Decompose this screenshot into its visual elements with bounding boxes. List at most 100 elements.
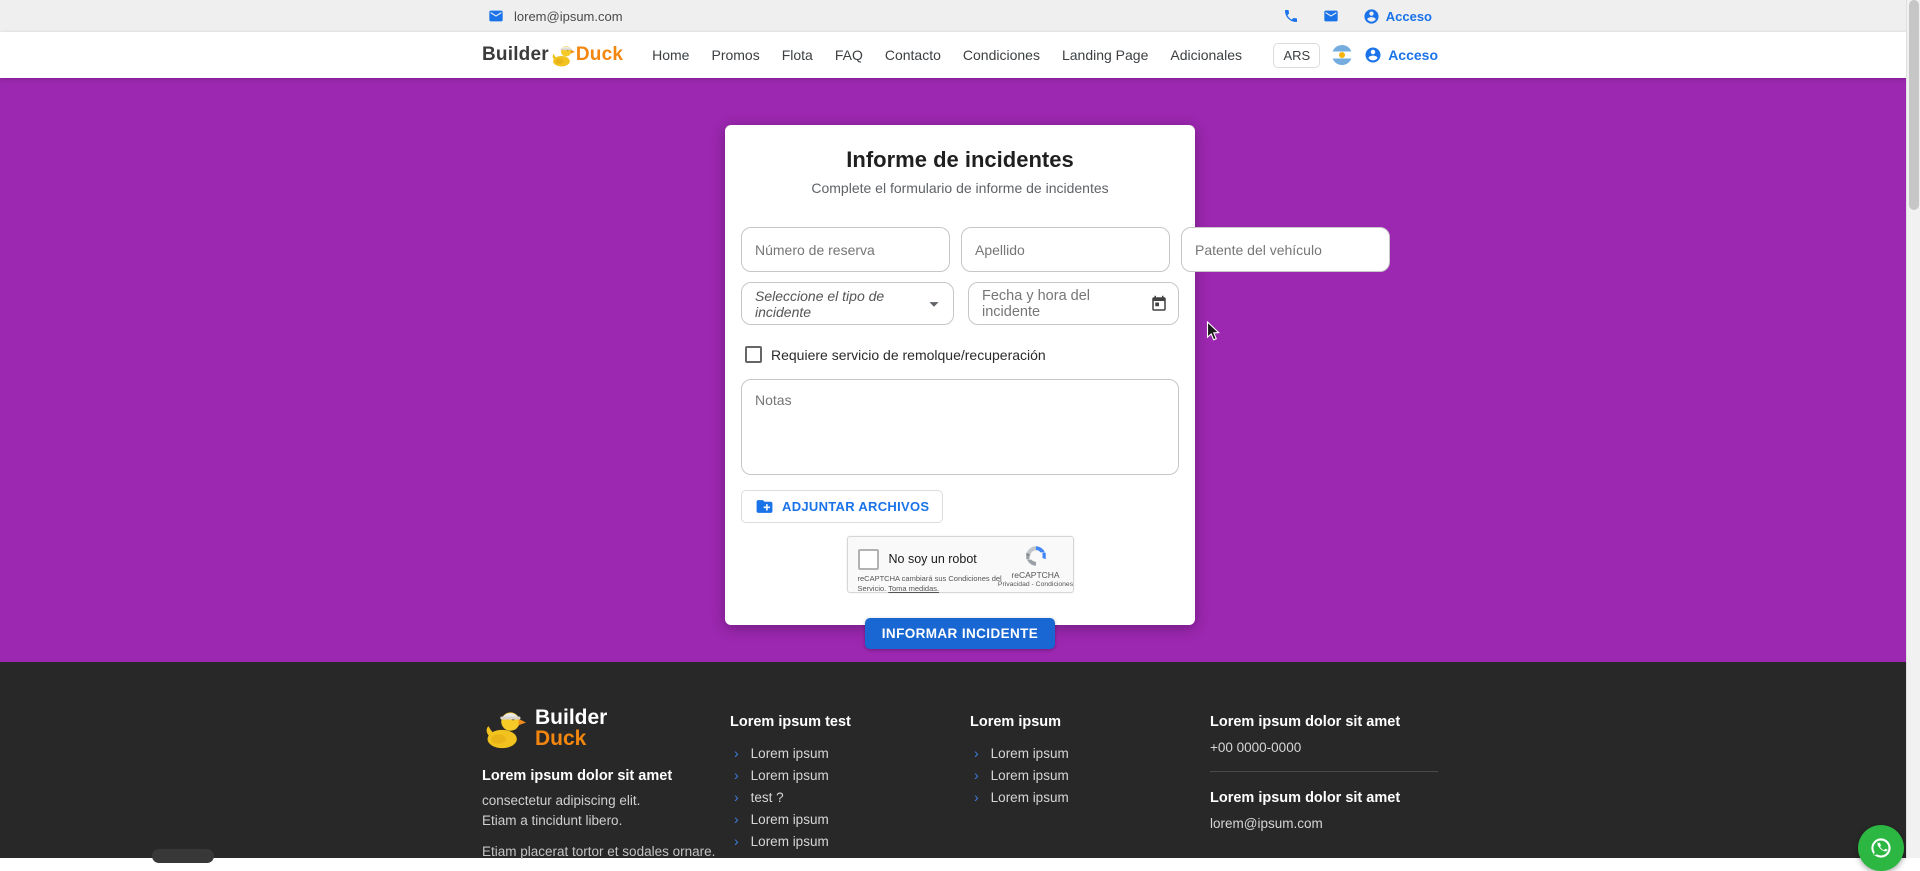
footer-link-label: Lorem ipsum	[751, 834, 829, 849]
incident-datetime-placeholder: Fecha y hora del incidente	[982, 288, 1150, 320]
nav-item-faq[interactable]: FAQ	[824, 39, 874, 71]
footer-column-heading: Lorem ipsum test	[730, 714, 970, 730]
scrollbar-thumb[interactable]	[1909, 0, 1919, 210]
nav-item-flota[interactable]: Flota	[771, 39, 824, 71]
incident-datetime-field[interactable]: Fecha y hora del incidente	[968, 282, 1179, 325]
phone-icon[interactable]	[1283, 8, 1299, 24]
chevron-right-icon: ›	[974, 768, 979, 782]
duck-logo-icon	[550, 42, 575, 68]
topbar-access-label: Acceso	[1386, 9, 1432, 24]
footer-logo-text-duck: Duck	[535, 728, 607, 749]
attach-files-button[interactable]: ADJUNTAR ARCHIVOS	[741, 490, 943, 523]
nav-item-home[interactable]: Home	[641, 39, 700, 71]
chevron-down-icon	[923, 293, 945, 315]
main-menu: Home Promos Flota FAQ Contacto Condicion…	[641, 39, 1253, 71]
footer-email: lorem@ipsum.com	[1210, 816, 1438, 831]
recaptcha-terms-line2: Servicio.	[858, 584, 889, 593]
footer-link-label: Lorem ipsum	[751, 746, 829, 761]
chevron-right-icon: ›	[734, 768, 739, 782]
incident-type-select[interactable]: Seleccione el tipo de incidente	[741, 282, 954, 325]
footer-link[interactable]: › Lorem ipsum	[730, 830, 970, 852]
duck-logo-icon	[482, 705, 526, 751]
incident-type-placeholder: Seleccione el tipo de incidente	[755, 288, 923, 320]
recaptcha-label: No soy un robot	[889, 552, 977, 566]
footer-contact-heading-1: Lorem ipsum dolor sit amet	[1210, 714, 1438, 730]
recaptcha-terms-link[interactable]: Toma medidas.	[888, 584, 939, 593]
footer-link[interactable]: › Lorem ipsum	[730, 742, 970, 764]
contact-email: lorem@ipsum.com	[514, 9, 623, 24]
logo-text-builder: Builder	[482, 44, 549, 66]
footer-link[interactable]: › Lorem ipsum	[730, 764, 970, 786]
towing-checkbox-row: Requiere servicio de remolque/recuperaci…	[741, 346, 1179, 363]
reservation-number-input[interactable]	[741, 227, 950, 272]
footer-link[interactable]: › Lorem ipsum	[970, 764, 1210, 786]
footer-link-label: Lorem ipsum	[991, 768, 1069, 783]
towing-checkbox[interactable]	[745, 346, 762, 363]
footer-link-label: Lorem ipsum	[751, 768, 829, 783]
notes-textarea[interactable]	[741, 379, 1179, 475]
account-circle-icon	[1363, 8, 1380, 25]
footer-links-column-2: Lorem ipsum ›Lorem ipsum ›Lorem ipsum ›L…	[970, 705, 1210, 859]
topbar-access-link[interactable]: Acceso	[1363, 8, 1432, 25]
towing-checkbox-label: Requiere servicio de remolque/recuperaci…	[771, 347, 1046, 363]
nav-item-adicionales[interactable]: Adicionales	[1159, 39, 1253, 71]
incident-report-section: Informe de incidentes Complete el formul…	[0, 78, 1920, 662]
incident-report-card: Informe de incidentes Complete el formul…	[725, 125, 1195, 625]
footer-link[interactable]: › test ?	[730, 786, 970, 808]
chevron-right-icon: ›	[734, 790, 739, 804]
navbar-access-label: Acceso	[1388, 47, 1438, 63]
recaptcha-terms-line1: reCAPTCHA cambiará sus Condiciones del	[858, 574, 1002, 583]
logo-text-duck: Duck	[576, 44, 623, 66]
footer-link[interactable]: ›Lorem ipsum	[730, 808, 970, 830]
add-folder-icon	[755, 497, 774, 516]
calendar-icon[interactable]	[1150, 295, 1168, 313]
footer-about-column: Builder Duck Lorem ipsum dolor sit amet …	[482, 705, 730, 859]
footer-about-line2: Etiam a tincidunt libero.	[482, 811, 730, 831]
recaptcha-checkbox[interactable]	[858, 549, 879, 570]
footer-about-extra: Etiam placerat tortor et sodales ornare.	[482, 844, 730, 859]
recaptcha-brand: reCAPTCHA	[1011, 570, 1059, 580]
footer-about-heading: Lorem ipsum dolor sit amet	[482, 768, 730, 784]
lastname-input[interactable]	[961, 227, 1170, 272]
mail-icon	[488, 8, 504, 24]
vehicle-plate-input[interactable]	[1181, 227, 1390, 272]
builderduck-logo[interactable]: Builder Duck	[482, 42, 623, 68]
recaptcha-widget: No soy un robot reCAPTCHA cambiará sus C…	[847, 536, 1074, 593]
attach-files-label: ADJUNTAR ARCHIVOS	[782, 499, 929, 514]
chevron-right-icon: ›	[734, 834, 739, 848]
navbar-access-link[interactable]: Acceso	[1364, 46, 1438, 64]
footer-contact-column: Lorem ipsum dolor sit amet +00 0000-0000…	[1210, 705, 1438, 859]
form-title: Informe de incidentes	[741, 147, 1179, 173]
footer: Builder Duck Lorem ipsum dolor sit amet …	[0, 662, 1920, 858]
snackbar-stub	[152, 849, 214, 863]
footer-contact-heading-2: Lorem ipsum dolor sit amet	[1210, 790, 1438, 806]
account-circle-icon	[1364, 46, 1382, 64]
footer-link-label: Lorem ipsum	[991, 746, 1069, 761]
footer-link[interactable]: ›Lorem ipsum	[970, 786, 1210, 808]
footer-column-heading: Lorem ipsum	[970, 714, 1210, 730]
nav-item-landing-page[interactable]: Landing Page	[1051, 39, 1159, 71]
nav-item-condiciones[interactable]: Condiciones	[952, 39, 1051, 71]
footer-logo[interactable]: Builder Duck	[482, 705, 730, 751]
currency-selector[interactable]: ARS	[1273, 43, 1320, 68]
whatsapp-button[interactable]	[1858, 825, 1904, 871]
chevron-right-icon: ›	[734, 746, 739, 760]
chevron-right-icon: ›	[734, 812, 739, 826]
argentina-flag-icon[interactable]	[1332, 45, 1352, 65]
nav-item-contacto[interactable]: Contacto	[874, 39, 952, 71]
main-navbar: Builder Duck Home	[0, 32, 1920, 78]
footer-phone: +00 0000-0000	[1210, 740, 1438, 755]
chevron-right-icon: ›	[974, 790, 979, 804]
footer-link[interactable]: ›Lorem ipsum	[970, 742, 1210, 764]
mail-icon[interactable]	[1323, 8, 1339, 24]
top-contact-bar: lorem@ipsum.com Acceso	[0, 0, 1920, 32]
recaptcha-privacy-links[interactable]: Privacidad - Condiciones	[998, 581, 1073, 588]
page-scrollbar[interactable]	[1906, 0, 1920, 858]
nav-item-promos[interactable]: Promos	[700, 39, 770, 71]
report-incident-button[interactable]: INFORMAR INCIDENTE	[865, 618, 1055, 649]
footer-links-column-1: Lorem ipsum test › Lorem ipsum › Lorem ips…	[730, 705, 970, 859]
footer-link-label: test ?	[751, 790, 784, 805]
footer-logo-text-builder: Builder	[535, 707, 607, 728]
form-subtitle: Complete el formulario de informe de inc…	[741, 180, 1179, 196]
recaptcha-terms: reCAPTCHA cambiará sus Condiciones del S…	[858, 574, 1002, 594]
